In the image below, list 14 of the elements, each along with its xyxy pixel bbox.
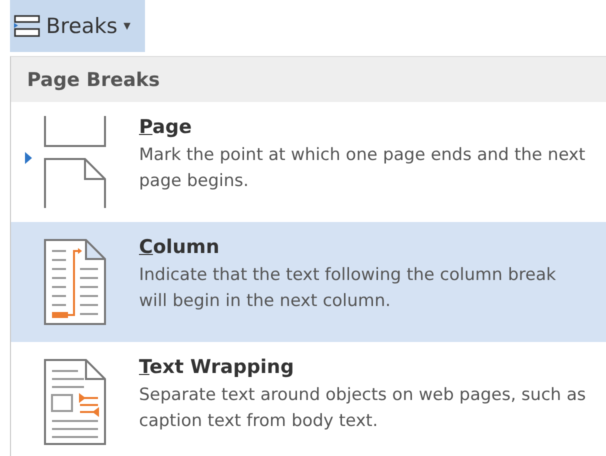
item-description: Mark the point at which one page ends and the next page begins. [139, 144, 586, 193]
column-break-icon [44, 239, 106, 325]
menu-item[interactable]: Column Indicate that the text following the column break will begin in the next column. [11, 222, 606, 342]
breaks-button[interactable]: Breaks ▾ [10, 0, 145, 52]
item-title: Text Wrapping [139, 356, 295, 378]
page-break-icon [14, 15, 40, 37]
text-wrapping-icon [44, 359, 106, 445]
item-description: Separate text around objects on web pages, such as caption text from body text. [139, 384, 587, 433]
page-break-icon [43, 114, 107, 210]
item-description: Indicate that the text following the column break will begin in the next column. [139, 264, 558, 313]
menu-header: Page Breaks [11, 57, 606, 102]
item-title: Page [139, 116, 193, 138]
item-title: Column [139, 236, 220, 258]
caret-icon: ▾ [123, 18, 131, 34]
